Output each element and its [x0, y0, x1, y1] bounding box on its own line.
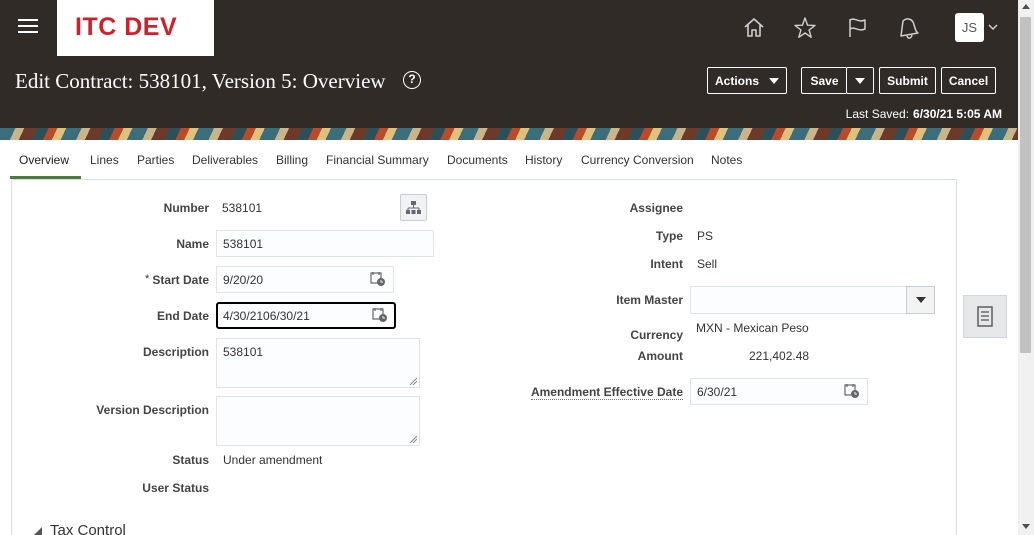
- tab-notes[interactable]: Notes: [711, 153, 742, 167]
- scroll-down-arrow-icon[interactable]: [1022, 524, 1030, 529]
- required-marker: *: [145, 273, 150, 285]
- home-icon[interactable]: [742, 15, 766, 41]
- number-label: Number: [163, 201, 209, 215]
- name-label: Name: [176, 237, 209, 251]
- side-panel-button[interactable]: [963, 295, 1007, 338]
- hierarchy-icon: [406, 201, 421, 214]
- chevron-down-icon: [916, 297, 926, 303]
- collapse-triangle-icon[interactable]: [33, 526, 43, 535]
- start-date-label: * Start Date: [145, 273, 209, 287]
- description-label: Description: [142, 345, 209, 359]
- tab-documents[interactable]: Documents: [447, 153, 508, 167]
- start-date-label-text: Start Date: [152, 273, 209, 287]
- tab-lines[interactable]: Lines: [90, 153, 119, 167]
- help-icon[interactable]: ?: [403, 71, 421, 89]
- tab-parties[interactable]: Parties: [137, 153, 174, 167]
- currency-value: MXN - Mexican Peso: [696, 321, 809, 335]
- type-value: PS: [697, 229, 714, 243]
- last-saved-value: 6/30/21 5:05 AM: [913, 107, 1002, 121]
- version-description-label: Version Description: [96, 403, 209, 417]
- description-textarea[interactable]: 538101: [216, 338, 420, 388]
- save-menu-button[interactable]: [846, 67, 874, 94]
- tab-financial-summary[interactable]: Financial Summary: [326, 153, 429, 167]
- amount-label: Amount: [637, 349, 683, 363]
- star-icon[interactable]: [793, 15, 817, 41]
- tab-history[interactable]: History: [525, 153, 562, 167]
- scroll-thumb[interactable]: [1020, 17, 1031, 353]
- tab-billing[interactable]: Billing: [276, 153, 308, 167]
- status-value: Under amendment: [223, 453, 323, 467]
- intent-value: Sell: [697, 257, 718, 271]
- tab-deliverables[interactable]: Deliverables: [192, 153, 258, 167]
- page-header: Edit Contract: 538101, Version 5: Overvi…: [0, 56, 1018, 128]
- scroll-up-arrow-icon[interactable]: [1022, 4, 1030, 9]
- item-master-dropdown-button[interactable]: [906, 286, 935, 314]
- submit-button-label: Submit: [887, 73, 928, 88]
- end-date-input[interactable]: 4/30/2106/30/21: [216, 302, 396, 329]
- end-date-label: End Date: [156, 309, 209, 323]
- resize-handle-icon[interactable]: [409, 435, 417, 443]
- chevron-down-icon[interactable]: [987, 22, 999, 32]
- hamburger-icon[interactable]: [18, 19, 38, 37]
- last-saved: Last Saved: 6/30/21 5:05 AM: [846, 107, 1002, 121]
- tab-bar: Overview Lines Parties Deliverables Bill…: [10, 148, 956, 179]
- actions-button-label: Actions: [714, 73, 759, 88]
- submit-button[interactable]: Submit: [879, 67, 936, 94]
- description-value: 538101: [223, 345, 264, 359]
- bell-icon[interactable]: [897, 15, 921, 41]
- version-description-textarea[interactable]: [216, 396, 420, 446]
- document-icon: [977, 306, 993, 327]
- page-scrollbar[interactable]: [1018, 0, 1034, 535]
- last-saved-label: Last Saved:: [845, 107, 910, 121]
- user-avatar[interactable]: JS: [955, 13, 984, 42]
- calendar-icon[interactable]: [372, 307, 388, 323]
- status-label: Status: [172, 453, 209, 467]
- name-input[interactable]: 538101: [216, 230, 434, 257]
- logo-text: ITC DEV: [75, 13, 178, 41]
- tab-currency-conversion[interactable]: Currency Conversion: [581, 153, 694, 167]
- cancel-button-label: Cancel: [948, 73, 989, 88]
- chevron-down-icon: [769, 77, 779, 84]
- item-master-label: Item Master: [616, 293, 683, 307]
- tab-overview[interactable]: Overview: [19, 153, 69, 167]
- amount-value: 221,402.48: [749, 349, 810, 363]
- amendment-effective-date-label[interactable]: Amendment Effective Date: [530, 385, 683, 400]
- assignee-label: Assignee: [629, 201, 683, 215]
- user-status-label: User Status: [142, 481, 209, 495]
- page-title: Edit Contract: 538101, Version 5: Overvi…: [15, 69, 386, 93]
- tax-control-header[interactable]: Tax Control: [50, 522, 126, 535]
- calendar-icon[interactable]: [370, 271, 386, 287]
- chevron-down-icon: [855, 77, 865, 84]
- calendar-icon[interactable]: [844, 383, 860, 399]
- save-button[interactable]: Save: [801, 67, 847, 94]
- flag-icon[interactable]: [845, 15, 869, 41]
- save-button-label: Save: [810, 73, 839, 88]
- number-value: 538101: [222, 201, 263, 215]
- amendment-effective-date-input[interactable]: 6/30/21: [690, 378, 868, 405]
- hierarchy-button[interactable]: [400, 194, 427, 221]
- item-master-select[interactable]: [690, 286, 907, 314]
- decorative-banner: [0, 128, 1018, 140]
- start-date-input[interactable]: 9/20/20: [216, 266, 394, 293]
- intent-label: Intent: [650, 257, 683, 271]
- cancel-button[interactable]: Cancel: [941, 67, 996, 94]
- type-label: Type: [655, 229, 683, 243]
- resize-handle-icon[interactable]: [409, 377, 417, 385]
- actions-button[interactable]: Actions: [707, 67, 787, 94]
- currency-label: Currency: [630, 328, 683, 342]
- global-header: ITC DEV JS: [0, 0, 1018, 56]
